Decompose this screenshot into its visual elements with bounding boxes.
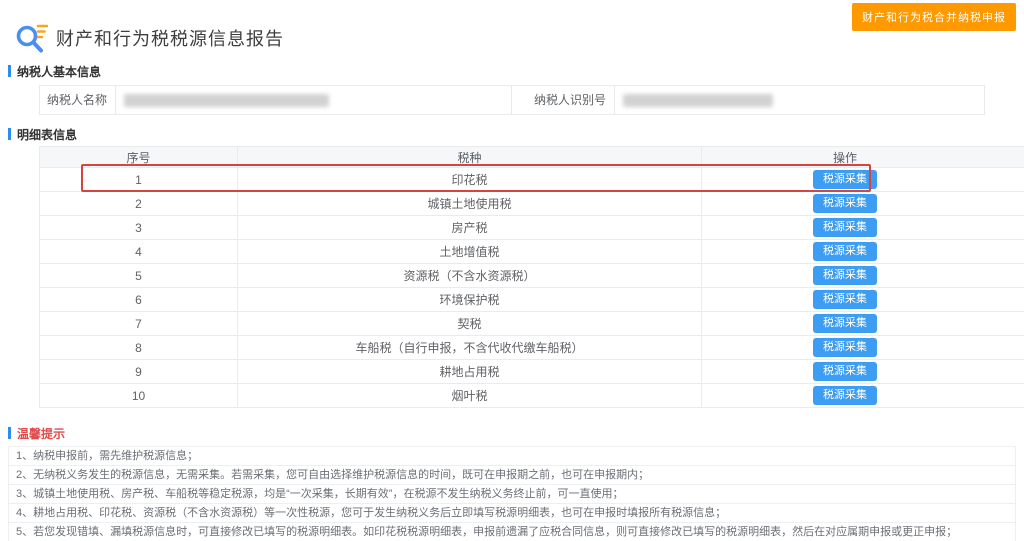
table-row: 6 环境保护税 税源采集: [40, 288, 1024, 312]
row-operation-cell: 税源采集: [702, 168, 1024, 192]
table-row: 8 车船税（自行申报，不含代收代缴车船税） 税源采集: [40, 336, 1024, 360]
row-index: 10: [40, 384, 238, 408]
column-header-index: 序号: [40, 147, 238, 168]
section-taxpayer-info: 纳税人基本信息: [8, 64, 1024, 78]
taxpayer-id-label: 纳税人识别号: [511, 86, 615, 114]
tax-source-collect-button[interactable]: 税源采集: [813, 170, 877, 189]
tips-list: 1、纳税申报前，需先维护税源信息； 2、无纳税义务发生的税源信息，无需采集。若需…: [8, 446, 1016, 541]
table-row: 10 烟叶税 税源采集: [40, 384, 1024, 408]
section-tips: 温馨提示: [8, 426, 1024, 440]
tax-source-collect-button[interactable]: 税源采集: [813, 290, 877, 309]
tip-item: 3、城镇土地使用税、房产税、车船税等稳定税源，均是“一次采集，长期有效”，在税源…: [8, 484, 1016, 504]
taxpayer-id-value: [615, 86, 984, 114]
row-operation-cell: 税源采集: [702, 192, 1024, 216]
section-bar-icon: [8, 128, 11, 140]
row-operation-cell: 税源采集: [702, 384, 1024, 408]
table-row: 2 城镇土地使用税 税源采集: [40, 192, 1024, 216]
row-index: 1: [40, 168, 238, 192]
row-tax-type: 资源税（不含水资源税）: [238, 264, 702, 288]
taxpayer-id-value-blurred: [623, 94, 773, 107]
row-operation-cell: 税源采集: [702, 336, 1024, 360]
tax-source-collect-button[interactable]: 税源采集: [813, 314, 877, 333]
table-row: 1 印花税 税源采集: [40, 168, 1024, 192]
tip-item: 4、耕地占用税、印花税、资源税（不含水资源税）等一次性税源，您可于发生纳税义务后…: [8, 503, 1016, 523]
detail-section-title: 明细表信息: [17, 126, 77, 143]
row-index: 4: [40, 240, 238, 264]
row-operation-cell: 税源采集: [702, 216, 1024, 240]
row-index: 6: [40, 288, 238, 312]
section-detail-table: 明细表信息: [8, 127, 1024, 141]
row-index: 9: [40, 360, 238, 384]
row-index: 3: [40, 216, 238, 240]
column-header-tax-type: 税种: [238, 147, 702, 168]
row-tax-type: 城镇土地使用税: [238, 192, 702, 216]
row-tax-type: 印花税: [238, 168, 702, 192]
tax-source-collect-button[interactable]: 税源采集: [813, 194, 877, 213]
row-operation-cell: 税源采集: [702, 240, 1024, 264]
row-operation-cell: 税源采集: [702, 360, 1024, 384]
taxpayer-info-row: 纳税人名称 纳税人识别号: [39, 85, 985, 115]
row-index: 7: [40, 312, 238, 336]
table-row: 4 土地增值税 税源采集: [40, 240, 1024, 264]
row-tax-type: 房产税: [238, 216, 702, 240]
tax-source-collect-button[interactable]: 税源采集: [813, 386, 877, 405]
taxpayer-section-title: 纳税人基本信息: [17, 63, 101, 80]
page: 财产和行为税税源信息报告 财产和行为税合并纳税申报 纳税人基本信息 纳税人名称 …: [0, 0, 1024, 541]
tax-table-body: 1 印花税 税源采集 2 城镇土地使用税 税源采集 3 房产税 税源采集 4 土…: [40, 168, 1024, 408]
tips-section-title: 温馨提示: [17, 425, 65, 442]
tax-source-collect-button[interactable]: 税源采集: [813, 362, 877, 381]
table-row: 9 耕地占用税 税源采集: [40, 360, 1024, 384]
row-index: 8: [40, 336, 238, 360]
taxpayer-name-value-blurred: [124, 94, 329, 107]
magnifier-report-icon: [14, 21, 48, 55]
combined-declaration-button[interactable]: 财产和行为税合并纳税申报: [852, 3, 1016, 31]
row-tax-type: 烟叶税: [238, 384, 702, 408]
row-tax-type: 土地增值税: [238, 240, 702, 264]
tax-source-collect-button[interactable]: 税源采集: [813, 266, 877, 285]
taxpayer-name-label: 纳税人名称: [40, 86, 116, 114]
table-header-row: 序号 税种 操作: [40, 147, 1024, 168]
page-title: 财产和行为税税源信息报告: [56, 25, 284, 51]
row-operation-cell: 税源采集: [702, 312, 1024, 336]
tax-source-collect-button[interactable]: 税源采集: [813, 242, 877, 261]
column-header-operation: 操作: [702, 147, 1024, 168]
row-operation-cell: 税源采集: [702, 264, 1024, 288]
tip-item: 1、纳税申报前，需先维护税源信息；: [8, 446, 1016, 466]
taxpayer-name-value: [116, 86, 511, 114]
section-bar-icon: [8, 427, 11, 439]
row-index: 2: [40, 192, 238, 216]
page-header: 财产和行为税税源信息报告 财产和行为税合并纳税申报: [0, 0, 1024, 60]
section-bar-icon: [8, 65, 11, 77]
table-row: 5 资源税（不含水资源税） 税源采集: [40, 264, 1024, 288]
tip-item: 2、无纳税义务发生的税源信息，无需采集。若需采集，您可自由选择维护税源信息的时间…: [8, 465, 1016, 485]
tax-source-collect-button[interactable]: 税源采集: [813, 218, 877, 237]
tip-item: 5、若您发现错填、漏填税源信息时，可直接修改已填写的税源明细表。如印花税税源明细…: [8, 522, 1016, 541]
row-tax-type: 耕地占用税: [238, 360, 702, 384]
tax-source-collect-button[interactable]: 税源采集: [813, 338, 877, 357]
tax-detail-table: 序号 税种 操作 1 印花税 税源采集 2 城镇土地使用税 税源采集 3 房产税…: [39, 146, 1024, 408]
row-operation-cell: 税源采集: [702, 288, 1024, 312]
row-index: 5: [40, 264, 238, 288]
table-row: 3 房产税 税源采集: [40, 216, 1024, 240]
table-row: 7 契税 税源采集: [40, 312, 1024, 336]
row-tax-type: 环境保护税: [238, 288, 702, 312]
row-tax-type: 契税: [238, 312, 702, 336]
row-tax-type: 车船税（自行申报，不含代收代缴车船税）: [238, 336, 702, 360]
